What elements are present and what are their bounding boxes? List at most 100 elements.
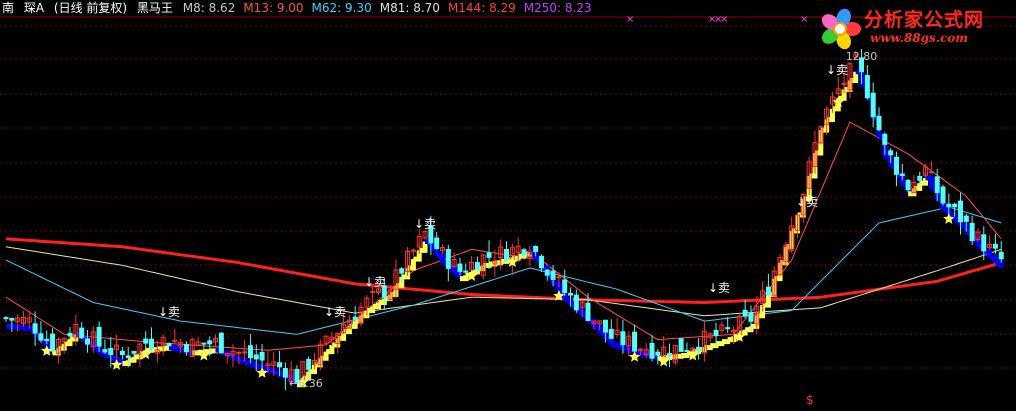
top-cross-marker: ×	[720, 14, 728, 25]
trend-segment	[710, 343, 719, 349]
ma-line-m144	[5, 237, 1002, 305]
candle-body	[370, 290, 376, 293]
trend-segment	[93, 345, 102, 353]
indicator-label: M144:	[447, 1, 490, 15]
trend-segment	[238, 358, 248, 364]
candle-body	[201, 342, 207, 345]
candle-body	[463, 270, 469, 273]
trend-segment	[407, 259, 416, 271]
trend-segment	[326, 344, 335, 355]
title-prefix: 南	[2, 1, 15, 15]
candle-body	[882, 133, 888, 145]
indicator-value: 8.70	[413, 1, 440, 15]
candle-body	[608, 328, 614, 339]
ma-line-m62	[5, 206, 1002, 335]
trend-segment	[727, 336, 736, 343]
candle-body	[765, 286, 771, 296]
candle-body	[50, 333, 56, 352]
trend-segment	[163, 345, 172, 351]
trend-segment	[349, 321, 358, 329]
chart-legend: 南 琛A (日线 前复权) 黑马王 M8: 8.62 M13: 9.00 M62: …	[2, 0, 606, 16]
trend-segment	[174, 346, 184, 352]
trend-segment	[17, 325, 26, 331]
low-price-label: ←6.36	[289, 377, 323, 390]
marker-layer	[41, 96, 955, 387]
indicator-values: M8: 8.62 M13: 9.00 M62: 9.30 M81: 8.70 M144:…	[183, 1, 600, 15]
trend-segment	[989, 254, 998, 263]
candle-body	[573, 294, 579, 311]
trend-segment	[232, 355, 242, 361]
candle-body	[952, 203, 958, 208]
trend-segment	[745, 326, 754, 333]
indicator-label: M62:	[311, 1, 346, 15]
trend-segment	[157, 346, 166, 352]
indicator-value: 8.62	[208, 1, 236, 15]
trend-segment	[780, 246, 789, 266]
trend-line-layer	[6, 69, 1004, 388]
candle-body	[637, 348, 643, 351]
candle-body	[504, 248, 510, 262]
candle-body	[917, 175, 923, 181]
candle-body	[306, 359, 312, 370]
indicator-name[interactable]: 黑马王	[137, 1, 173, 15]
candle-body	[474, 262, 480, 271]
sell-label: ↓卖	[708, 281, 730, 295]
candle-body	[568, 292, 574, 296]
trend-segment	[913, 183, 923, 191]
bottom-marker: $	[806, 393, 814, 407]
candle-body	[713, 329, 719, 337]
candle-body	[253, 354, 259, 360]
trend-segment	[599, 330, 608, 339]
flower-logo-icon	[821, 8, 861, 50]
period-label[interactable]: (日线 前复权)	[54, 1, 127, 15]
trend-segment	[104, 353, 114, 359]
candle-body	[957, 200, 963, 223]
candlestick-chart: ↓卖 ↓卖↓卖↓卖↓卖↓卖↓卖12.80←6.36$× ××× ×	[0, 14, 1016, 407]
indicator-value: 9.00	[276, 1, 304, 15]
logo-title: 分析家公式网	[864, 9, 985, 31]
candle-body	[108, 347, 114, 356]
trend-segment	[320, 351, 329, 361]
sell-label: ↓卖	[324, 305, 346, 319]
indicator-value: 9.30	[345, 1, 372, 15]
sell-label: ↓卖	[414, 217, 436, 231]
candle-body	[684, 350, 690, 353]
trend-segment	[943, 207, 952, 215]
sell-label: ↓卖	[826, 63, 848, 77]
trend-segment	[884, 154, 894, 166]
candle-body	[946, 203, 952, 208]
candle-body	[486, 252, 492, 258]
trend-segment	[267, 368, 277, 374]
trend-segment	[168, 345, 178, 351]
stock-chart[interactable]: ↓卖 ↓卖 ↓卖 ↓卖 ↓卖 ↓卖 ↓卖 12.80 ←6.36 $ × × × × × 南 琛A (日线 …	[0, 0, 1016, 407]
moving-average-layer	[5, 121, 1002, 351]
candle-body	[96, 326, 102, 347]
candle-body	[183, 343, 189, 353]
candle-body	[655, 351, 661, 356]
candle-body	[282, 368, 288, 378]
candle-body	[899, 173, 905, 176]
candle-body	[32, 323, 38, 334]
trend-segment	[58, 343, 67, 351]
annotation-layer: ↓卖 ↓卖↓卖↓卖↓卖↓卖↓卖12.80←6.36$× ××× ×	[158, 14, 877, 407]
candle-body	[84, 338, 90, 345]
candle-body	[544, 269, 550, 276]
ma-line-m81	[5, 246, 1002, 317]
candle-body	[399, 268, 405, 274]
candle-body	[905, 179, 911, 191]
candle-body	[9, 318, 15, 321]
indicator-label: M8:	[182, 1, 209, 15]
trend-segment	[553, 281, 562, 292]
stock-name[interactable]: 琛A	[24, 1, 44, 15]
candle-body	[125, 355, 131, 359]
trend-segment	[622, 346, 632, 352]
candle-body	[259, 351, 265, 361]
candle-body	[521, 249, 527, 256]
trend-segment	[739, 329, 748, 336]
trend-segment	[791, 214, 801, 234]
candle-body	[457, 263, 463, 272]
trend-segment	[419, 241, 428, 253]
candle-body	[893, 156, 899, 175]
top-cross-marker: ×	[626, 14, 634, 25]
trend-segment	[494, 260, 504, 266]
